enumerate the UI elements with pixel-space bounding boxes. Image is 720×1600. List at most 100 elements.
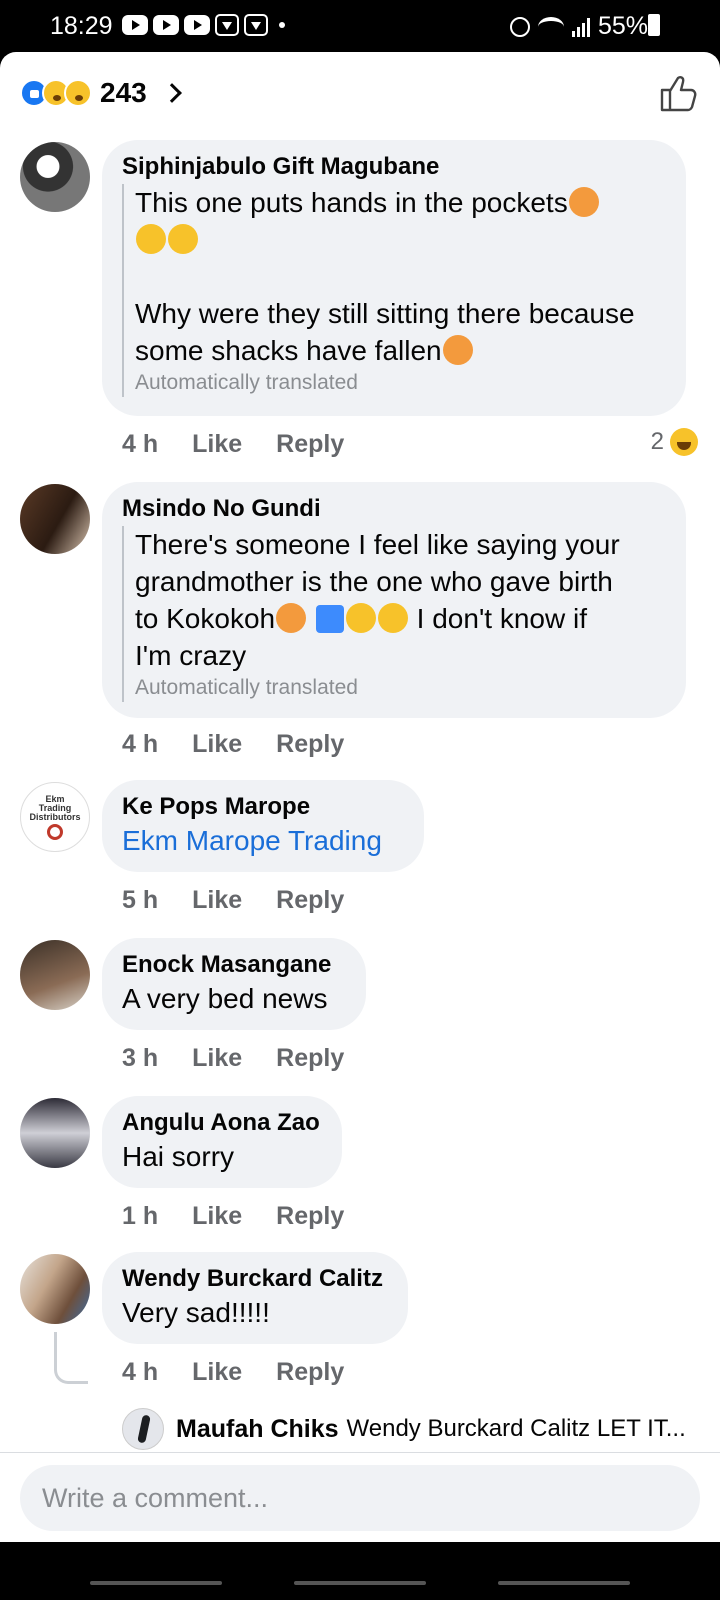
reply-preview[interactable]: Maufah Chiks Wendy Burckard Calitz LET I…	[122, 1408, 686, 1450]
reply-link[interactable]: Reply	[276, 1044, 344, 1073]
rofl-emoji-icon	[345, 603, 376, 633]
reply-link[interactable]: Reply	[276, 886, 344, 915]
comment-bubble[interactable]: Ke Pops Marope Ekm Marope Trading	[102, 780, 424, 872]
system-nav-bar	[0, 1542, 720, 1600]
translation-note[interactable]: Automatically translated	[135, 369, 666, 397]
comment-author[interactable]: Msindo No Gundi	[122, 494, 666, 524]
rofl-emoji-icon	[168, 224, 198, 254]
comment-time: 5 h	[122, 886, 159, 914]
comment-author[interactable]: Angulu Aona Zao	[122, 1108, 322, 1138]
comment-text: some shacks have fallen	[135, 332, 666, 369]
reactions-summary[interactable]: 243	[20, 77, 182, 108]
status-bar: 18:29 55%	[0, 0, 720, 52]
translated-quote: There's someone I feel like saying your …	[122, 526, 666, 702]
download-icon	[215, 14, 239, 36]
like-link[interactable]: Like	[192, 1044, 242, 1073]
avatar[interactable]	[20, 484, 90, 554]
reaction-count: 243	[100, 77, 147, 108]
comment-author[interactable]: Wendy Burckard Calitz	[122, 1264, 388, 1294]
reply-link[interactable]: Reply	[276, 1358, 344, 1387]
status-time: 18:29	[50, 12, 113, 40]
youtube-icon	[153, 15, 179, 35]
like-link[interactable]: Like	[192, 1358, 242, 1387]
like-link[interactable]: Like	[192, 1202, 242, 1231]
nav-back-handle[interactable]	[498, 1581, 630, 1585]
comment-text: This one puts hands in the pockets	[135, 184, 666, 221]
rofl-emoji-icon	[377, 603, 408, 633]
comment-text: A very bed news	[122, 983, 328, 1014]
tagged-page-link[interactable]: Ekm Marope Trading	[122, 822, 404, 859]
reply-link[interactable]: Reply	[276, 1202, 344, 1231]
comment-input[interactable]	[20, 1465, 700, 1531]
comment-author[interactable]: Siphinjabulo Gift Magubane	[122, 152, 666, 182]
comment-text: Why were they still sitting there becaus…	[135, 298, 635, 329]
reply-author[interactable]: Maufah Chiks	[176, 1415, 339, 1444]
download-icon	[244, 14, 268, 36]
reply-link[interactable]: Reply	[276, 430, 344, 459]
comment-actions: 1 h Like Reply	[122, 1202, 378, 1231]
like-button-icon[interactable]	[658, 74, 698, 112]
male-sign-emoji-icon	[315, 605, 344, 633]
like-link[interactable]: Like	[192, 430, 242, 459]
comment-actions: 5 h Like Reply	[122, 886, 378, 915]
comment-bubble[interactable]: Angulu Aona Zao Hai sorry	[102, 1096, 342, 1188]
like-link[interactable]: Like	[192, 886, 242, 915]
comment-bubble[interactable]: Msindo No Gundi There's someone I feel l…	[102, 482, 686, 718]
comment-time: 4 h	[122, 430, 159, 458]
comment-time: 3 h	[122, 1044, 159, 1072]
avatar[interactable]	[20, 142, 90, 212]
reply-snippet: Wendy Burckard Calitz LET IT...	[346, 1415, 686, 1442]
translated-quote: This one puts hands in the pockets Why w…	[122, 184, 666, 397]
comment-text: There's someone I feel like saying your	[135, 529, 620, 560]
comment-author[interactable]: Ke Pops Marope	[122, 792, 404, 822]
person-emoji-icon	[568, 187, 599, 217]
youtube-icon	[184, 15, 210, 35]
comment-text: I'm crazy	[135, 640, 247, 671]
person-emoji-icon	[276, 603, 307, 633]
youtube-icon	[122, 15, 148, 35]
comment-time: 4 h	[122, 1358, 159, 1386]
nav-recents-handle[interactable]	[90, 1581, 222, 1585]
comment-actions: 4 h Like Reply	[122, 730, 378, 759]
signal-icon	[571, 17, 590, 37]
reply-link[interactable]: Reply	[276, 730, 344, 759]
comment-text: to Kokokoh I don't know if	[135, 603, 587, 634]
comment-author[interactable]: Enock Masangane	[122, 950, 346, 980]
comment-text: Hai sorry	[122, 1141, 235, 1172]
comment-actions: 4 h Like Reply	[122, 1358, 378, 1387]
comment-text: Very sad!!!!!	[122, 1297, 270, 1328]
avatar[interactable]	[122, 1408, 164, 1450]
comment-bubble[interactable]: Wendy Burckard Calitz Very sad!!!!!	[102, 1252, 408, 1344]
battery-icon	[648, 14, 660, 36]
comment-time: 1 h	[122, 1202, 159, 1230]
battery-percent: 55%	[597, 12, 648, 40]
comment-emojis	[135, 221, 666, 258]
reply-thread-line	[54, 1332, 88, 1384]
alarm-icon	[509, 16, 530, 37]
avatar[interactable]	[20, 1098, 90, 1168]
comment-composer	[0, 1452, 720, 1542]
more-notifications-dot-icon	[279, 22, 285, 28]
chevron-right-icon	[161, 83, 182, 103]
avatar[interactable]	[20, 1254, 90, 1324]
comment-text: grandmother is the one who gave birth	[135, 566, 613, 597]
avatar[interactable]: Ekm Trading Distributors	[20, 782, 90, 852]
wow-reaction-icon	[64, 79, 92, 107]
haha-reaction-icon	[670, 428, 698, 456]
wifi-icon	[537, 16, 564, 37]
system-icons: 55%	[509, 12, 648, 41]
comment-reaction-count[interactable]: 2	[651, 428, 698, 456]
avatar[interactable]	[20, 940, 90, 1010]
comment-bubble[interactable]: Enock Masangane A very bed news	[102, 938, 366, 1030]
laughing-emoji-icon	[136, 224, 166, 254]
comment-time: 4 h	[122, 730, 159, 758]
comment-bubble[interactable]: Siphinjabulo Gift Magubane This one puts…	[102, 140, 686, 416]
notification-icons	[122, 14, 285, 36]
shrug-emoji-icon	[442, 335, 473, 365]
like-link[interactable]: Like	[192, 730, 242, 759]
nav-home-handle[interactable]	[294, 1581, 426, 1585]
comment-actions: 3 h Like Reply	[122, 1044, 378, 1073]
translation-note[interactable]: Automatically translated	[135, 674, 666, 702]
comment-actions: 4 h Like Reply	[122, 430, 378, 459]
